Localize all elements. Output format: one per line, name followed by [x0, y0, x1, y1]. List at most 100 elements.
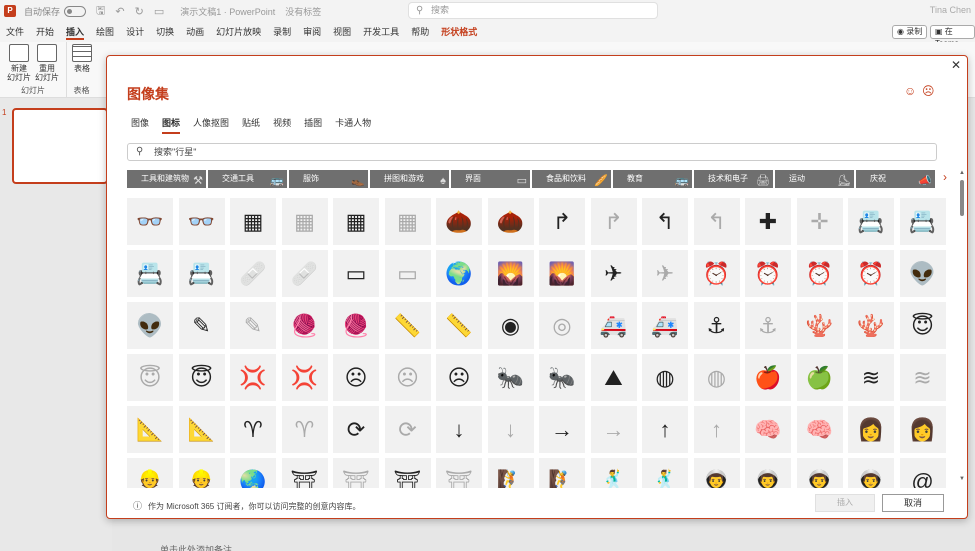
table-button[interactable]: 表格	[69, 44, 95, 73]
architecture-outline-icon[interactable]: 📐	[178, 406, 225, 453]
scrollbar[interactable]: ▲ ▼	[959, 170, 965, 482]
category-button[interactable]: 食品和饮料 🥖	[532, 170, 611, 188]
airplane-outline-icon[interactable]: ✈	[642, 250, 688, 297]
aquarius-icon[interactable]: ≋	[848, 354, 894, 401]
astronaut-2-outline-icon[interactable]: 👨‍🚀	[848, 458, 894, 488]
ribbon-tab[interactable]: 切换	[150, 22, 180, 42]
artist-outline-icon[interactable]: 👩	[899, 406, 946, 453]
notes-placeholder[interactable]: 单击此处添加备注	[160, 543, 232, 551]
antarctica-icon[interactable]: ⛰	[590, 354, 637, 401]
climber-icon[interactable]: 🧗	[487, 458, 534, 488]
climber-outline-icon[interactable]: 🧗	[539, 458, 585, 488]
arrow-right-icon[interactable]: →	[539, 406, 585, 453]
address-book-outline-icon[interactable]: 📇	[899, 198, 946, 245]
architecture-icon[interactable]: 📐	[127, 406, 173, 453]
angel-face-outline-icon[interactable]: 😇	[127, 354, 173, 401]
tape-measure-icon[interactable]: 📏	[384, 302, 431, 349]
ribbon-tab[interactable]: 开始	[30, 22, 60, 42]
abacus-outline-icon[interactable]: ▦	[281, 198, 328, 245]
dialog-tab[interactable]: 图像	[131, 116, 149, 133]
farmland-outline-icon[interactable]: 🌄	[539, 250, 585, 297]
yarn-icon[interactable]: 🧶	[281, 302, 328, 349]
head-brain-icon[interactable]: 🧠	[745, 406, 791, 453]
alien-icon[interactable]: 👽	[899, 250, 946, 297]
needle-outline-icon[interactable]: ✎	[230, 302, 276, 349]
ribbon-tab[interactable]: 帮助	[405, 22, 435, 42]
dialog-tab[interactable]: 视频	[273, 116, 291, 133]
ribbon-tab[interactable]: 插入	[60, 22, 90, 42]
ribbon-tab[interactable]: 视图	[327, 22, 357, 42]
smile-feedback-icon[interactable]: ☺	[904, 84, 916, 98]
category-button[interactable]: 服饰 👞	[289, 170, 368, 188]
chevron-right-icon[interactable]: ›	[943, 170, 947, 184]
frown-feedback-icon[interactable]: ☹	[922, 84, 935, 98]
abacus-2-outline-icon[interactable]: ▦	[384, 198, 431, 245]
frowning-face-outline-icon[interactable]: ☹	[384, 354, 431, 401]
dialog-tab[interactable]: 人像抠图	[193, 116, 229, 133]
ribbon-tab[interactable]: 审阅	[297, 22, 327, 42]
billboard-icon[interactable]: ▭	[333, 250, 379, 297]
coral-outline-icon[interactable]: 🪸	[848, 302, 894, 349]
asia-icon[interactable]: 🌏	[230, 458, 276, 488]
africa-icon[interactable]: 🌍	[436, 250, 482, 297]
temple-icon[interactable]: ⛩	[384, 458, 431, 488]
ambulance-icon[interactable]: 🚑	[590, 302, 637, 349]
acorn-icon[interactable]: 🌰	[436, 198, 482, 245]
contact-card-outline-icon[interactable]: 📇	[178, 250, 225, 297]
aquarius-outline-icon[interactable]: ≋	[899, 354, 946, 401]
alarm-clock-icon[interactable]: ⏰	[693, 250, 740, 297]
apple-icon[interactable]: 🍎	[745, 354, 791, 401]
button-icon[interactable]: ◉	[487, 302, 534, 349]
coral-icon[interactable]: 🪸	[796, 302, 843, 349]
aperture-outline-icon[interactable]: ◍	[693, 354, 740, 401]
anchor-icon[interactable]: ⚓	[693, 302, 740, 349]
pagoda-outline-icon[interactable]: ⛩	[333, 458, 379, 488]
arrow-down-outline-icon[interactable]: ↓	[487, 406, 534, 453]
airplane-icon[interactable]: ✈	[590, 250, 637, 297]
icon-search-input[interactable]: ⚲ 搜索"行星"	[127, 143, 937, 161]
refresh-icon[interactable]: ⟳	[333, 406, 379, 453]
category-button[interactable]: 拼图和游戏 ♠	[370, 170, 449, 188]
angel-face-2-icon[interactable]: 😇	[178, 354, 225, 401]
ribbon-tab[interactable]: 设计	[120, 22, 150, 42]
category-button[interactable]: 技术和电子 🖨	[694, 170, 773, 188]
needle-icon[interactable]: ✎	[178, 302, 225, 349]
tape-measure-outline-icon[interactable]: 📏	[436, 302, 482, 349]
new-slide-button[interactable]: 新建 幻灯片	[6, 44, 32, 82]
dialog-tab[interactable]: 卡通人物	[335, 116, 371, 133]
dancer-outline-icon[interactable]: 🕺	[642, 458, 688, 488]
contact-card-icon[interactable]: 📇	[127, 250, 173, 297]
teams-button[interactable]: ▣ 在 Teams	[930, 25, 975, 48]
close-icon[interactable]: ✕	[951, 58, 961, 72]
category-button[interactable]: 界面 ▭	[451, 170, 530, 188]
ant-outline-icon[interactable]: 🐜	[539, 354, 585, 401]
pagoda-icon[interactable]: ⛩	[281, 458, 328, 488]
category-button[interactable]: 庆祝 📣	[856, 170, 935, 188]
anchor-outline-icon[interactable]: ⚓	[745, 302, 791, 349]
abacus-2-icon[interactable]: ▦	[333, 198, 379, 245]
record-button[interactable]: ◉ 录制	[892, 25, 928, 39]
artist-icon[interactable]: 👩	[848, 406, 894, 453]
add-outline-icon[interactable]: ✛	[796, 198, 843, 245]
turn-left-icon[interactable]: ↰	[642, 198, 688, 245]
worker-outline-icon[interactable]: 👷	[178, 458, 225, 488]
arrow-down-icon[interactable]: ↓	[436, 406, 482, 453]
alarm-ringing-outline-icon[interactable]: ⏰	[848, 250, 894, 297]
apple-outline-icon[interactable]: 🍏	[796, 354, 843, 401]
ribbon-tab[interactable]: 形状格式	[435, 22, 483, 42]
frowning-face-icon[interactable]: ☹	[333, 354, 379, 401]
address-book-icon[interactable]: 📇	[848, 198, 894, 245]
worker-icon[interactable]: 👷	[127, 458, 173, 488]
ribbon-tab[interactable]: 录制	[267, 22, 297, 42]
at-sign-icon[interactable]: @	[899, 458, 946, 488]
ant-icon[interactable]: 🐜	[487, 354, 534, 401]
insert-button[interactable]: 插入	[815, 494, 875, 512]
aperture-icon[interactable]: ◍	[642, 354, 688, 401]
angry-face-outline-icon[interactable]: 💢	[281, 354, 328, 401]
ribbon-tab[interactable]: 幻灯片放映	[210, 22, 267, 42]
turn-left-outline-icon[interactable]: ↰	[693, 198, 740, 245]
yarn-outline-icon[interactable]: 🧶	[333, 302, 379, 349]
sad-face-icon[interactable]: ☹	[436, 354, 482, 401]
refresh-outline-icon[interactable]: ⟳	[384, 406, 431, 453]
scroll-up-icon[interactable]: ▲	[959, 170, 965, 176]
